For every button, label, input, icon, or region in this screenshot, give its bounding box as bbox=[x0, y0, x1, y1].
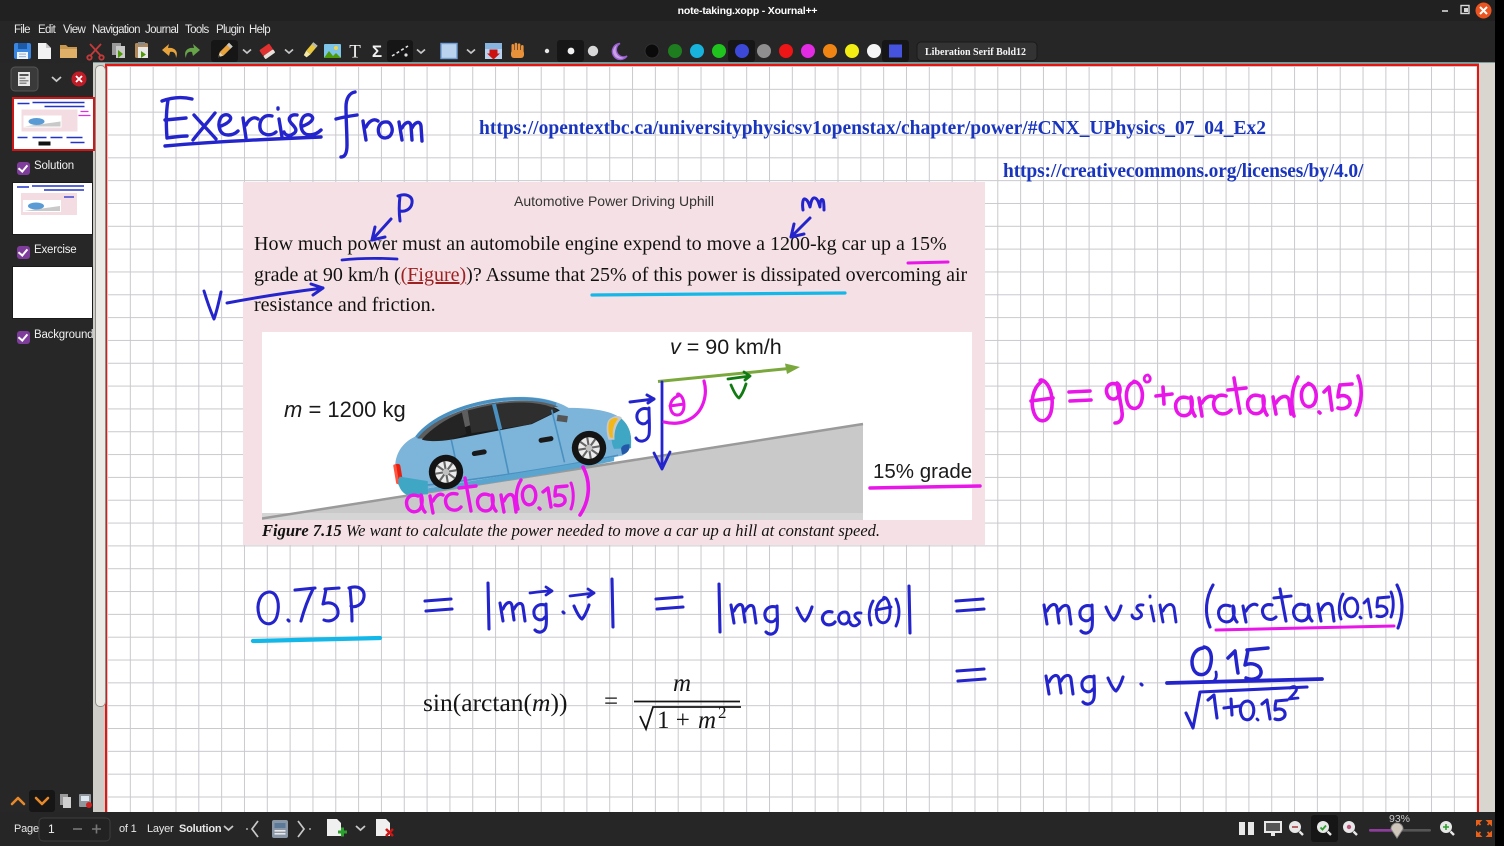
svg-text:sin(arctan(m)): sin(arctan(m)) bbox=[423, 688, 567, 717]
svg-text:1 +: 1 + bbox=[657, 707, 690, 734]
svg-text:m: m bbox=[673, 670, 691, 697]
svg-text:=: = bbox=[604, 688, 618, 715]
svg-text:m: m bbox=[698, 707, 716, 734]
svg-text:1: 1 bbox=[48, 822, 55, 836]
svg-text:2: 2 bbox=[718, 703, 727, 722]
